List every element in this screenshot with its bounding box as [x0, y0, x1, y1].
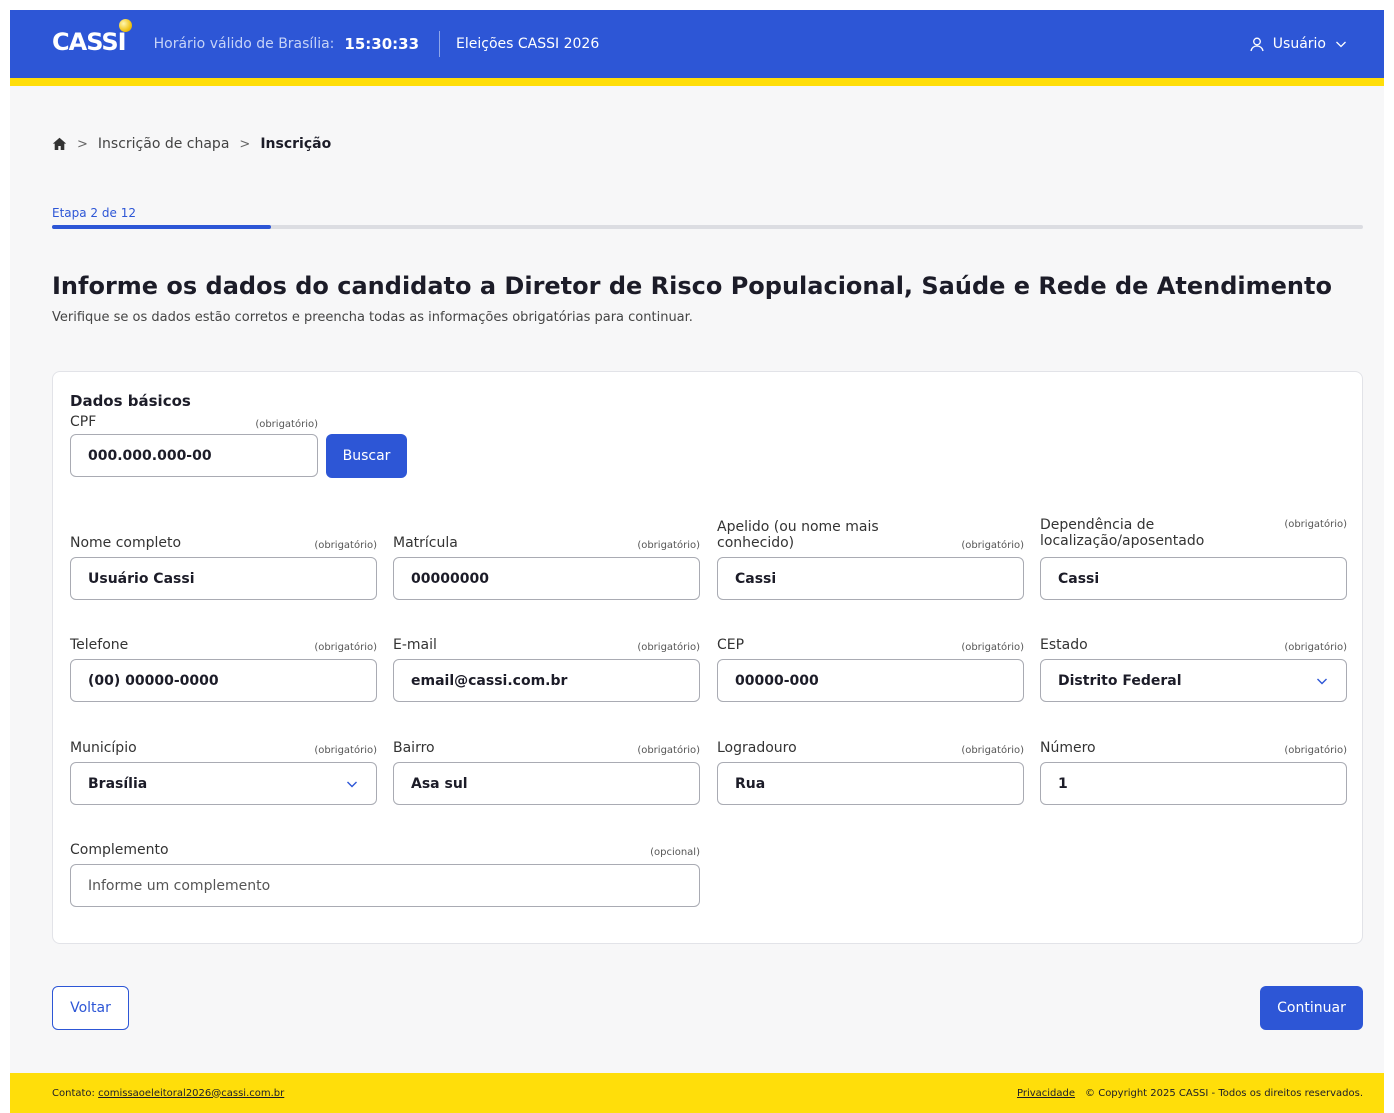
chevron-right-icon: >	[77, 136, 88, 152]
email-label: E-mail	[393, 637, 437, 653]
logradouro-label: Logradouro	[717, 740, 797, 756]
email-field: E-mail (obrigatório)	[393, 637, 700, 702]
footer: Contato: comissaoeleitoral2026@cassi.com…	[10, 1073, 1384, 1113]
time-label: Horário válido de Brasília:	[153, 36, 335, 52]
footer-privacy-link[interactable]: Privacidade	[1017, 1088, 1075, 1099]
required-tag: (obrigatório)	[1284, 519, 1347, 530]
telefone-field: Telefone (obrigatório)	[70, 637, 377, 702]
required-tag: (obrigatório)	[314, 745, 377, 756]
footer-copyright: © Copyright 2025 CASSI - Todos os direit…	[1085, 1087, 1363, 1099]
section-title: Dados básicos	[70, 392, 191, 410]
complemento-label: Complemento	[70, 842, 169, 858]
cassi-logo[interactable]: CASSI	[52, 19, 132, 56]
required-tag: (obrigatório)	[314, 642, 377, 653]
breadcrumb-item-current: Inscrição	[260, 136, 332, 152]
chevron-down-icon	[347, 781, 357, 787]
telefone-input[interactable]	[70, 659, 377, 702]
nome-field: Nome completo (obrigatório)	[70, 517, 377, 600]
dependencia-label: Dependência de localização/aposentado	[1040, 517, 1205, 549]
cpf-input[interactable]	[70, 434, 318, 477]
footer-contact-label: Contato:	[52, 1087, 95, 1099]
cpf-field: CPF (obrigatório)	[70, 414, 318, 477]
cpf-label: CPF	[70, 414, 97, 430]
top-header: CASSI Horário válido de Brasília: 15:30:…	[10, 10, 1384, 86]
page-subtitle: Verifique se os dados estão corretos e p…	[52, 310, 693, 325]
bairro-field: Bairro (obrigatório)	[393, 740, 700, 805]
logo-sun-icon	[118, 19, 132, 32]
breadcrumb: > Inscrição de chapa > Inscrição	[52, 136, 331, 152]
chevron-right-icon: >	[239, 136, 251, 152]
user-menu-label: Usuário	[1272, 36, 1326, 52]
required-tag: (obrigatório)	[637, 642, 700, 653]
cep-input[interactable]	[717, 659, 1024, 702]
numero-label: Número	[1040, 740, 1096, 756]
complemento-field: Complemento (opcional)	[70, 842, 700, 907]
required-tag: (obrigatório)	[961, 642, 1024, 653]
matricula-field: Matrícula (obrigatório)	[393, 517, 700, 600]
estado-label: Estado	[1040, 637, 1088, 653]
estado-select-value: Distrito Federal	[1058, 672, 1182, 689]
apelido-field: Apelido (ou nome mais conhecido) (obriga…	[717, 517, 1024, 600]
header-divider	[439, 31, 441, 57]
required-tag: (obrigatório)	[637, 745, 700, 756]
nome-input[interactable]	[70, 557, 377, 600]
cep-field: CEP (obrigatório)	[717, 637, 1024, 702]
required-tag: (obrigatório)	[314, 540, 377, 551]
logradouro-field: Logradouro (obrigatório)	[717, 740, 1024, 805]
footer-right: Privacidade © Copyright 2025 CASSI - Tod…	[1017, 1088, 1363, 1099]
optional-tag: (opcional)	[650, 847, 700, 858]
continue-button[interactable]: Continuar	[1260, 986, 1363, 1030]
required-tag: (obrigatório)	[255, 419, 318, 430]
form-card: Dados básicos CPF (obrigatório) Buscar N…	[52, 371, 1363, 944]
required-tag: (obrigatório)	[961, 540, 1024, 551]
estado-field: Estado (obrigatório) Distrito Federal	[1040, 637, 1347, 702]
time-value: 15:30:33	[344, 35, 420, 53]
municipio-label: Município	[70, 740, 137, 756]
email-input[interactable]	[393, 659, 700, 702]
complemento-input[interactable]	[70, 864, 700, 907]
bairro-input[interactable]	[393, 762, 700, 805]
dependencia-input[interactable]	[1040, 557, 1347, 600]
required-tag: (obrigatório)	[961, 745, 1024, 756]
municipio-field: Município (obrigatório) Brasília	[70, 740, 377, 805]
required-tag: (obrigatório)	[1284, 745, 1347, 756]
footer-contact: Contato: comissaoeleitoral2026@cassi.com…	[52, 1088, 284, 1099]
page-title: Informe os dados do candidato a Diretor …	[52, 272, 1332, 300]
cep-label: CEP	[717, 637, 745, 653]
chevron-down-icon	[1336, 41, 1346, 48]
home-icon[interactable]	[52, 137, 67, 151]
back-button[interactable]: Voltar	[52, 986, 129, 1030]
apelido-input[interactable]	[717, 557, 1024, 600]
user-icon	[1250, 37, 1264, 52]
estado-select[interactable]: Distrito Federal	[1040, 659, 1347, 702]
matricula-label: Matrícula	[393, 535, 458, 551]
logradouro-input[interactable]	[717, 762, 1024, 805]
progress-bar-fill	[52, 225, 271, 229]
numero-field: Número (obrigatório)	[1040, 740, 1347, 805]
municipio-select[interactable]: Brasília	[70, 762, 377, 805]
search-button[interactable]: Buscar	[326, 434, 407, 478]
required-tag: (obrigatório)	[1284, 642, 1347, 653]
matricula-input[interactable]	[393, 557, 700, 600]
municipio-select-value: Brasília	[88, 775, 148, 792]
bairro-label: Bairro	[393, 740, 435, 756]
app-frame: CASSI Horário válido de Brasília: 15:30:…	[10, 10, 1384, 1113]
telefone-label: Telefone	[70, 637, 129, 653]
progress-bar	[52, 225, 1363, 229]
chevron-down-icon	[1317, 678, 1327, 684]
nome-label: Nome completo	[70, 535, 182, 551]
breadcrumb-item-inscricao-chapa[interactable]: Inscrição de chapa	[98, 136, 230, 152]
apelido-label: Apelido (ou nome mais conhecido)	[717, 519, 879, 551]
required-tag: (obrigatório)	[637, 540, 700, 551]
step-label: Etapa 2 de 12	[52, 206, 136, 220]
numero-input[interactable]	[1040, 762, 1347, 805]
dependencia-field: Dependência de localização/aposentado (o…	[1040, 517, 1347, 600]
user-menu-button[interactable]: Usuário	[1249, 36, 1348, 52]
header-title: Eleições CASSI 2026	[456, 36, 600, 52]
footer-contact-email-link[interactable]: comissaoeleitoral2026@cassi.com.br	[98, 1088, 284, 1099]
